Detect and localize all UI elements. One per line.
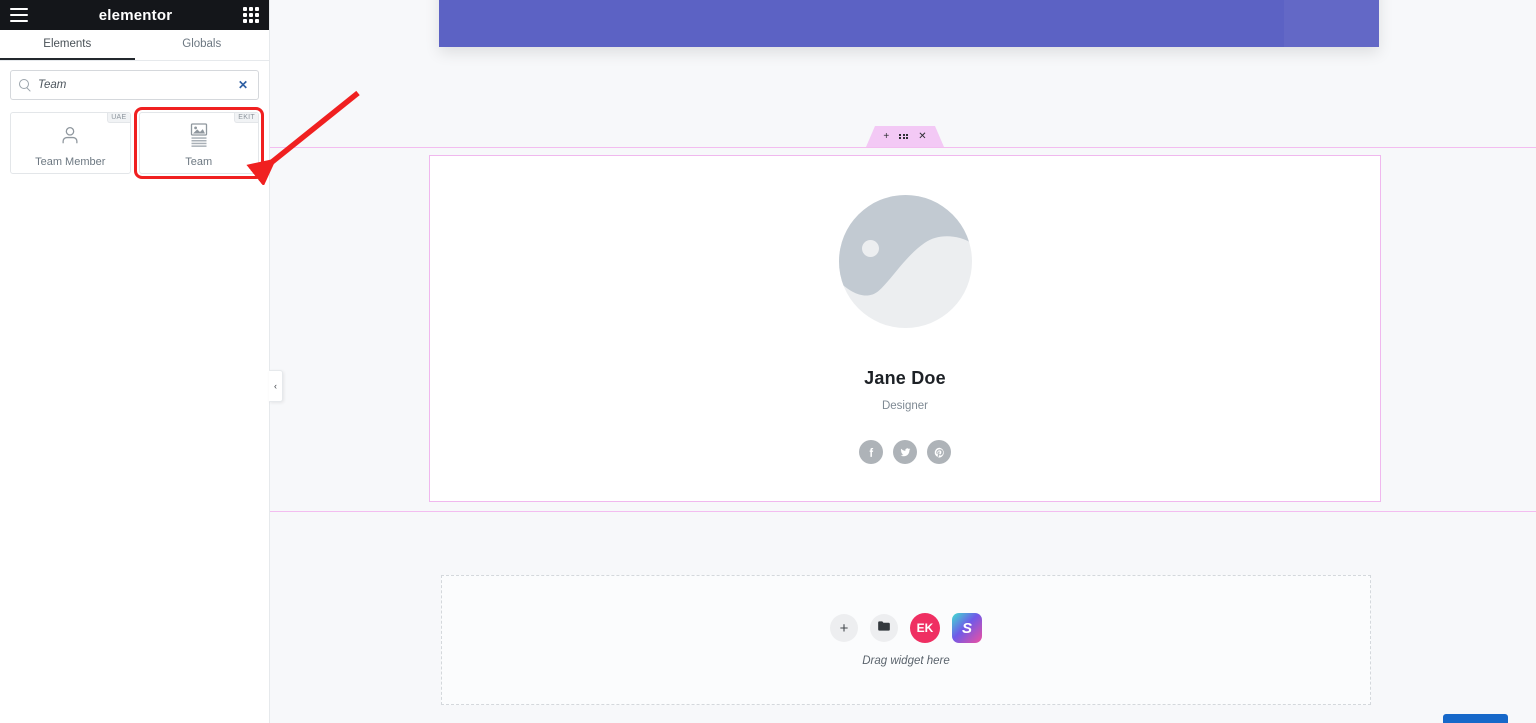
- widget-grid: UAE Team Member EKIT Team: [0, 104, 269, 182]
- facebook-icon[interactable]: [859, 440, 883, 464]
- folder-template-button[interactable]: [870, 614, 898, 642]
- drag-widget-dropzone[interactable]: + EK S Drag widget here: [441, 575, 1371, 705]
- search-box[interactable]: ✕: [10, 70, 259, 100]
- add-section-icon[interactable]: +: [883, 132, 889, 142]
- hamburger-menu-icon[interactable]: [10, 8, 28, 22]
- drag-handle-icon[interactable]: [899, 134, 908, 140]
- search-area: ✕: [0, 61, 269, 104]
- person-icon: [59, 122, 81, 148]
- clear-search-icon[interactable]: ✕: [236, 77, 250, 93]
- pinterest-icon[interactable]: [927, 440, 951, 464]
- dropzone-buttons: + EK S: [830, 613, 982, 643]
- search-input[interactable]: [38, 79, 236, 91]
- top-hero-banner: [439, 0, 1379, 47]
- tab-elements[interactable]: Elements: [0, 30, 135, 60]
- member-role: Designer: [881, 400, 929, 412]
- elementor-editor: elementor Elements Globals ✕ UAE: [0, 0, 1536, 723]
- panel-tabs: Elements Globals: [0, 30, 269, 61]
- elementskit-button[interactable]: EK: [910, 613, 940, 643]
- apps-grid-icon[interactable]: [243, 7, 259, 23]
- column-team[interactable]: Jane Doe Designer: [429, 155, 1381, 502]
- hero-highlight-strip: [1284, 0, 1379, 47]
- widget-team-label: Team: [185, 156, 213, 168]
- delete-section-icon[interactable]: ✕: [918, 132, 926, 142]
- avatar-placeholder-shape: [839, 195, 972, 328]
- section-wrapper[interactable]: Jane Doe Designer: [270, 147, 1536, 512]
- chevron-left-icon: ‹: [274, 381, 277, 391]
- elementskit-icon: EK: [916, 621, 934, 635]
- twitter-icon[interactable]: [893, 440, 917, 464]
- social-links: [859, 440, 951, 464]
- add-element-button[interactable]: +: [830, 614, 858, 642]
- shopengine-button[interactable]: S: [952, 613, 982, 643]
- bottom-blue-indicator[interactable]: [1443, 714, 1508, 723]
- tab-globals-label: Globals: [182, 38, 222, 50]
- section-toolbar: + ✕: [866, 126, 944, 147]
- tab-elements-label: Elements: [43, 38, 92, 50]
- widget-team-member-label: Team Member: [35, 156, 106, 168]
- image-and-lines-icon: [187, 122, 211, 148]
- avatar-placeholder-dot: [861, 240, 879, 257]
- elementor-logo-text: elementor: [98, 6, 173, 24]
- dropzone-label: Drag widget here: [862, 655, 950, 667]
- folder-icon: [877, 619, 891, 637]
- elementor-panel: elementor Elements Globals ✕ UAE: [0, 0, 270, 723]
- widget-badge-ekit: EKIT: [234, 113, 258, 123]
- team-member-card: Jane Doe Designer: [430, 156, 1380, 464]
- editor-canvas: + ✕ Jane Doe Designer + EK S Drag widget…: [270, 0, 1536, 723]
- shopengine-icon: S: [961, 619, 972, 637]
- widget-team-member[interactable]: UAE Team Member: [10, 112, 131, 174]
- widget-badge-uae: UAE: [107, 113, 130, 123]
- panel-collapse-handle[interactable]: ‹: [269, 370, 283, 402]
- plus-icon: +: [839, 619, 849, 637]
- search-icon: [19, 79, 31, 91]
- member-name: Jane Doe: [864, 368, 946, 388]
- tab-globals[interactable]: Globals: [135, 30, 270, 60]
- avatar: [838, 195, 972, 328]
- widget-team[interactable]: EKIT Team: [133, 107, 264, 179]
- panel-header: elementor: [0, 0, 269, 30]
